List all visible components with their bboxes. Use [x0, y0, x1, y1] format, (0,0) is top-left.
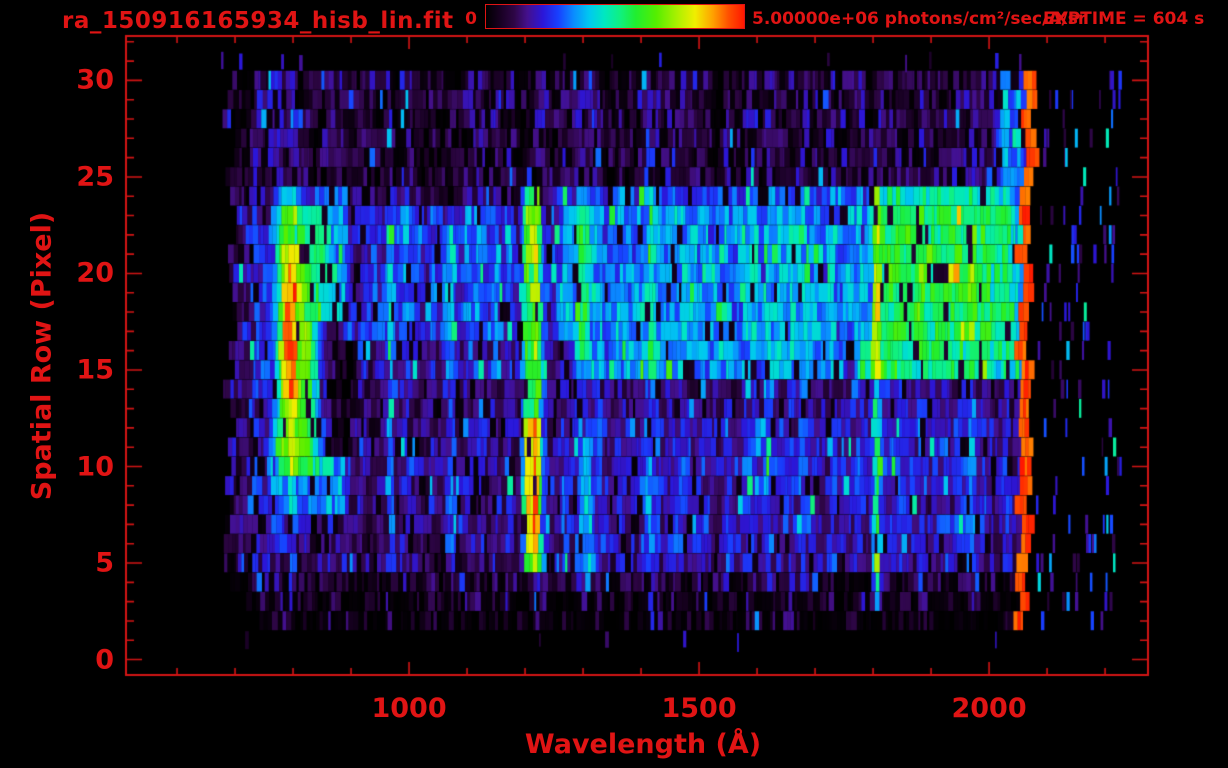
colorbar-min-label: 0 — [465, 9, 477, 29]
x-tick-label: 2000 — [951, 693, 1027, 724]
colorbar — [485, 4, 745, 29]
x-tick-label: 1500 — [661, 693, 737, 724]
y-tick-label: 0 — [95, 644, 114, 676]
spectral-heatmap-canvas — [0, 0, 1228, 768]
y-tick-label: 5 — [95, 547, 114, 579]
x-tick-label: 1000 — [371, 693, 447, 724]
x-axis-title: Wavelength (Å) — [524, 729, 762, 760]
y-tick-label: 10 — [76, 451, 114, 482]
y-tick-label: 30 — [76, 64, 114, 96]
y-tick-label: 20 — [76, 257, 114, 289]
fits-spectral-viewer: ra_150916165934_hisb_lin.fit 0 5.00000e+… — [0, 0, 1228, 768]
colorbar-max-label: 5.00000e+06 photons/cm²/sec/A/sr — [752, 9, 1087, 29]
exptime-label: EXPTIME = 604 s — [1043, 9, 1205, 29]
y-tick-label: 15 — [76, 354, 114, 386]
y-tick-label: 25 — [76, 161, 114, 193]
filename-title: ra_150916165934_hisb_lin.fit — [62, 8, 454, 34]
